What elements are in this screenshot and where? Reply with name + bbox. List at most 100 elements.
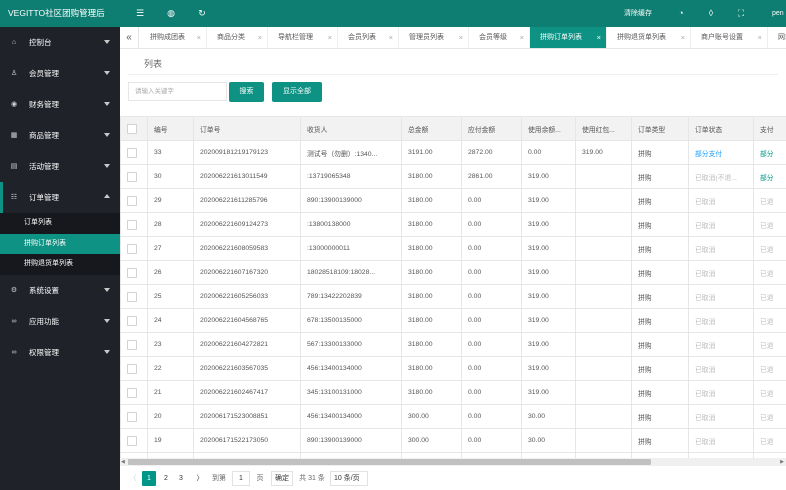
sidebar-subitem-2[interactable]: 拼购订单列表 [0, 233, 120, 254]
table-row[interactable]: 21 20200622160​2467417 345:13100131000 3180… [120, 380, 786, 405]
close-icon[interactable]: × [328, 27, 332, 48]
table-row[interactable]: 19 20200617152​2173050 890:13900139000 300.… [120, 428, 786, 453]
page-size-select[interactable]: 10 条/页 ⌄ [330, 471, 368, 490]
row-checkbox[interactable] [127, 267, 137, 278]
page-3-button[interactable]: 3 [175, 471, 187, 486]
table-row[interactable]: 30 20200622161​3011549:13719065348 3180.00… [120, 164, 786, 189]
row-checkbox[interactable] [127, 195, 137, 206]
row-checkbox[interactable] [127, 363, 137, 374]
table-row[interactable]: 22 20200622160​3567035 456:13400134000 3180… [120, 356, 786, 381]
close-icon[interactable]: × [258, 27, 262, 48]
tab-1[interactable]: 拼购成团表 × [140, 27, 207, 48]
column-header[interactable]: 订单号 [193, 116, 301, 141]
sidebar-item-settings[interactable]: ⚙ 系统设置 [0, 275, 120, 306]
sidebar-item-home[interactable]: ⌂ 控制台 [0, 27, 120, 58]
table-row[interactable]: 25 20200622160​5256033 789:13422202839 3180… [120, 284, 786, 309]
chevron-down-icon [104, 102, 110, 106]
table-row[interactable]: 23 20200622160​4272821 567:13300133000 3180… [120, 332, 786, 357]
select-all-checkbox[interactable] [127, 123, 137, 134]
tab-4[interactable]: 会员列表 × [338, 27, 399, 48]
next-page-icon[interactable]: 〉 [194, 471, 206, 486]
cell-balance: 319.00 [521, 164, 576, 189]
row-checkbox[interactable] [127, 243, 137, 254]
fullscreen-icon[interactable]: ⛶ [735, 7, 747, 19]
sidebar-item-goods[interactable]: ▦ 商品管理 [0, 120, 120, 151]
tab-9[interactable]: 商户账号设置 × [691, 27, 768, 48]
table-row[interactable]: 29 20200622161​1285796 890:13900139000 3180… [120, 188, 786, 213]
row-checkbox[interactable] [127, 339, 137, 350]
row-checkbox[interactable] [127, 171, 137, 182]
tabs-scroll-left-icon[interactable]: « [120, 27, 139, 48]
user-name[interactable]: pen [772, 0, 784, 27]
column-header[interactable]: 订单类型 [631, 116, 689, 141]
goto-page-input[interactable]: 1 [232, 471, 250, 486]
close-icon[interactable]: × [459, 27, 463, 48]
row-checkbox[interactable] [127, 315, 137, 326]
column-header[interactable]: 订单状态 [688, 116, 754, 141]
page-2-button[interactable]: 2 [160, 471, 172, 486]
tab-5[interactable]: 管理员列表 × [399, 27, 469, 48]
tab-10[interactable]: 网站 [768, 27, 786, 48]
row-checkbox[interactable] [127, 147, 137, 158]
tab-3[interactable]: 导航栏管理 × [268, 27, 338, 48]
horizontal-scrollbar[interactable]: ◀ ▶ [120, 458, 786, 466]
row-checkbox[interactable] [127, 411, 137, 422]
close-icon[interactable]: × [389, 27, 393, 48]
page-1-button[interactable]: 1 [142, 471, 156, 486]
search-input[interactable]: 请输入关键字 [128, 82, 227, 101]
sidebar-subitem-3[interactable]: 拼购退货单列表 [0, 254, 120, 275]
close-icon[interactable]: × [597, 27, 601, 48]
column-header[interactable]: 收货人 [300, 116, 402, 141]
close-icon[interactable]: × [520, 27, 524, 48]
theme-icon[interactable]: ◔ [675, 7, 687, 19]
column-header[interactable]: 应付金额 [461, 116, 522, 141]
sidebar-item-apps[interactable]: ∞ 应用功能 [0, 306, 120, 337]
tab-8[interactable]: 拼购退货单列表 × [607, 27, 691, 48]
table-row[interactable]: 20 20200617152​3008851 456:13400134000 300.… [120, 404, 786, 429]
close-icon[interactable]: × [197, 27, 201, 48]
row-checkbox[interactable] [127, 291, 137, 302]
row-checkbox[interactable] [127, 219, 137, 230]
sidebar-subitem-1[interactable]: 订单列表 [0, 213, 120, 234]
tab-6[interactable]: 会员等级 × [469, 27, 530, 48]
sidebar-item-user[interactable]: ♙ 会员管理 [0, 58, 120, 89]
prev-page-icon[interactable]: 〈 [126, 471, 140, 486]
globe-icon[interactable]: ◍ [165, 7, 177, 19]
sidebar: VEGITTO社区团购管理后 ⌂ 控制台 ♙ 会员管理 ◉ 财务管理 ▦ 商品管理 ▤ 活动管理 ☷… [0, 0, 120, 490]
goto-confirm-button[interactable]: 确定 [271, 471, 293, 486]
cell-total: 3180.00 [401, 188, 462, 213]
menu-toggle-icon[interactable]: ☰ [134, 7, 146, 19]
cell-receiver: :13719065348 [300, 164, 402, 189]
tab-7[interactable]: 拼购订单列表 × [530, 27, 607, 48]
row-checkbox[interactable] [127, 387, 137, 398]
column-header[interactable]: 编号 [147, 116, 194, 141]
clear-cache-button[interactable]: 清除缓存 [624, 0, 652, 27]
tag-icon[interactable]: ◊ [705, 7, 717, 19]
column-header[interactable]: 总金额 [401, 116, 462, 141]
table-row[interactable]: 33 2020091812191791​23 测试号（勿删）:1340... 3191… [120, 140, 786, 165]
row-checkbox[interactable] [127, 435, 137, 446]
table-row[interactable]: 27 20200622160​8059583:13000000011 3180.00… [120, 236, 786, 261]
refresh-icon[interactable]: ↻ [196, 7, 208, 19]
table-row[interactable]: 28 20200622160​9124273:13800138000 3180.00… [120, 212, 786, 237]
sidebar-item-finance[interactable]: ◉ 财务管理 [0, 89, 120, 120]
sidebar-item-order[interactable]: ☷ 订单管理 [0, 182, 120, 213]
cell-receiver: 456:13400134000 [300, 404, 402, 429]
cell-pay: 已退 [753, 260, 786, 285]
tab-2[interactable]: 商品分类 × [207, 27, 268, 48]
scrollbar-thumb[interactable] [128, 459, 651, 465]
sidebar-item-activity[interactable]: ▤ 活动管理 [0, 151, 120, 182]
column-header[interactable]: 使用余额... [521, 116, 576, 141]
table-row[interactable]: 24 20200622160​4568765 678:13500135000 3180… [120, 308, 786, 333]
scroll-right-arrow-icon[interactable]: ▶ [780, 458, 784, 466]
scroll-left-arrow-icon[interactable]: ◀ [121, 458, 125, 466]
sidebar-item-permission[interactable]: ∞ 权限管理 [0, 337, 120, 368]
show-all-button[interactable]: 显示全部 [272, 82, 322, 102]
search-button[interactable]: 搜索 [229, 82, 264, 102]
column-header[interactable]: 支付 [753, 116, 786, 141]
close-icon[interactable]: × [758, 27, 762, 48]
table-row[interactable]: 26 20200622160​7167320 18028518109:18028..… [120, 260, 786, 285]
page-size-value: 10 条/页 [334, 475, 360, 482]
column-header[interactable]: 使用红包... [575, 116, 632, 141]
close-icon[interactable]: × [681, 27, 685, 48]
